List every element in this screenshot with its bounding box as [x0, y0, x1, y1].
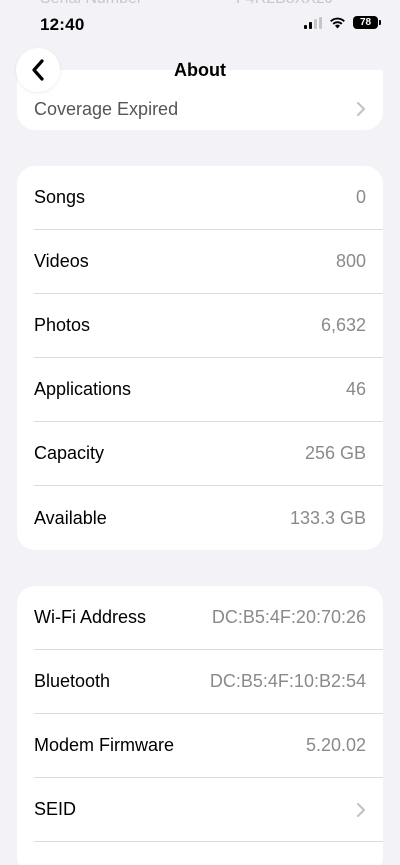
videos-row: Videos 800 — [34, 230, 383, 294]
status-bar: Serial Number F4R2B8XX2J 12:40 78 — [0, 0, 400, 50]
row-label: Available — [34, 507, 107, 528]
status-icons: 78 — [304, 16, 381, 29]
row-value: DC:B5:4F:10:B2:54 — [209, 671, 366, 691]
seid-row[interactable]: SEID — [34, 778, 383, 842]
available-row: Available 133.3 GB — [34, 486, 383, 550]
scrolled-serial-value: F4R2B8XX2J — [236, 0, 333, 8]
row-label: SEID — [34, 799, 77, 819]
cellular-signal-icon — [304, 16, 322, 29]
capacity-row: Capacity 256 GB — [34, 422, 383, 486]
songs-row: Songs 0 — [34, 166, 383, 230]
scrolled-serial-label: Serial Number — [40, 0, 142, 8]
row-label: Photos — [34, 315, 91, 335]
battery-icon: 78 — [353, 16, 381, 29]
status-time: 12:40 — [40, 15, 85, 34]
photos-row: Photos 6,632 — [34, 294, 383, 358]
bluetooth-row: Bluetooth DC:B5:4F:10:B2:54 — [34, 650, 383, 714]
chevron-right-icon — [356, 101, 366, 117]
row-value: 0 — [355, 187, 366, 207]
wifi-address-row: Wi-Fi Address DC:B5:4F:20:70:26 — [34, 586, 383, 650]
row-label: Modem Firmware — [34, 735, 175, 755]
media-stats-card: Songs 0 Videos 800 Photos 6,632 Applicat… — [17, 166, 383, 550]
applications-row: Applications 46 — [34, 358, 383, 422]
row-label: Wi-Fi Address — [34, 607, 147, 627]
row-value: 800 — [335, 251, 366, 271]
row-label: Bluetooth — [34, 671, 111, 691]
row-label: Applications — [34, 379, 132, 399]
row-value: DC:B5:4F:20:70:26 — [211, 607, 366, 627]
coverage-label: Coverage Expired — [34, 98, 179, 119]
row-value: 133.3 GB — [289, 507, 366, 528]
modem-firmware-row: Modem Firmware 5.20.02 — [34, 714, 383, 778]
row-label: Songs — [34, 187, 86, 207]
row-value: 46 — [345, 379, 366, 399]
row-label: Capacity — [34, 443, 105, 463]
row-value: 5.20.02 — [305, 735, 366, 755]
chevron-right-icon — [356, 802, 366, 817]
wifi-icon — [330, 17, 345, 29]
row-value: 256 GB — [304, 443, 366, 463]
battery-level: 78 — [359, 17, 372, 28]
page-title: About — [174, 60, 226, 80]
network-info-card: Wi-Fi Address DC:B5:4F:20:70:26 Bluetoot… — [17, 586, 383, 865]
row-label: Videos — [34, 251, 89, 271]
row-value: 6,632 — [320, 315, 366, 335]
